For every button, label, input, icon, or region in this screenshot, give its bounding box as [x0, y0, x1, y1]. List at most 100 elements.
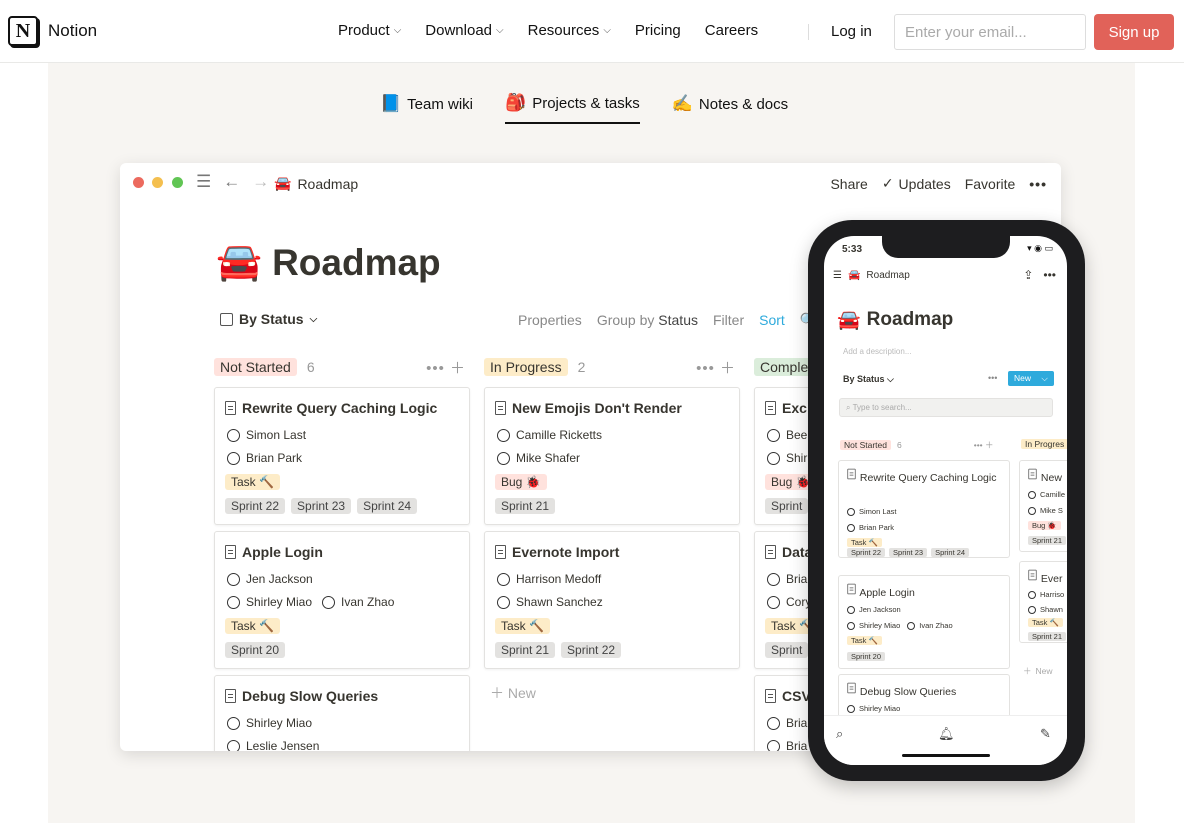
- page-icon: [847, 583, 856, 595]
- backpack-icon: 🎒: [505, 93, 527, 112]
- search-icon[interactable]: ⌕: [836, 726, 843, 742]
- login-link[interactable]: Log in: [831, 23, 872, 40]
- top-nav: N Notion Product ⌵ Download ⌵ Resources ⌵ P…: [0, 0, 1184, 63]
- avatar: [1028, 605, 1036, 614]
- menu-icon[interactable]: ☰: [833, 270, 842, 281]
- column-actions[interactable]: ••• ＋: [974, 439, 994, 451]
- back-arrow-icon[interactable]: ←: [223, 172, 240, 192]
- page-icon: [765, 689, 776, 703]
- menu-icon[interactable]: ☰: [196, 172, 211, 192]
- check-icon: ✓: [881, 175, 894, 191]
- assignee-name: Simon Last: [859, 507, 897, 516]
- sort-button[interactable]: Sort: [759, 312, 785, 329]
- phone-card[interactable]: New Camille Mike S Bug 🐞 Sprint 21: [1019, 460, 1067, 552]
- share-icon[interactable]: ⇪: [1023, 268, 1033, 282]
- sprint-tag: Sprint 21: [495, 498, 556, 514]
- bell-icon[interactable]: 🔔︎: [938, 726, 955, 742]
- nav-careers[interactable]: Careers: [705, 22, 758, 39]
- board-card[interactable]: Debug Slow Queries Shirley Miao Leslie J…: [214, 675, 470, 751]
- minimize-window-icon[interactable]: [152, 177, 163, 188]
- maximize-window-icon[interactable]: [172, 177, 183, 188]
- forward-arrow-icon[interactable]: →: [252, 172, 269, 192]
- nav-resources-label: Resources: [527, 22, 600, 39]
- board-card[interactable]: Evernote Import Harrison Medoff Shawn Sa…: [484, 531, 740, 669]
- card-title: Ever: [1027, 568, 1067, 587]
- phone-card[interactable]: Apple Login Jen Jackson Shirley Miao Ivan…: [838, 575, 1010, 669]
- view-selector[interactable]: By Status ⌵: [220, 311, 317, 327]
- assignee-name: Shirley Miao: [246, 595, 313, 609]
- column-actions[interactable]: ••• ＋: [696, 357, 736, 378]
- assignee-name: Bria: [786, 716, 808, 730]
- brand-name: Notion: [48, 21, 98, 40]
- assignee: Bria: [767, 716, 807, 730]
- column-header: In Progress 2 ••• ＋: [484, 355, 742, 379]
- chevron-down-icon: ⌵: [887, 374, 894, 384]
- writing-hand-icon: ✍️: [671, 94, 693, 113]
- signup-button[interactable]: Sign up: [1094, 14, 1174, 50]
- nav-pricing[interactable]: Pricing: [635, 22, 681, 39]
- more-icon[interactable]: •••: [1043, 268, 1056, 282]
- card-title-text: Rewrite Query Caching Logic: [242, 400, 438, 416]
- more-icon[interactable]: •••: [1029, 176, 1047, 192]
- more-icon[interactable]: •••: [988, 373, 997, 383]
- status-tag: In Progres: [1021, 439, 1067, 449]
- group-by-label: Group by: [596, 312, 655, 328]
- breadcrumb-label: Roadmap: [297, 175, 359, 192]
- avatar: [497, 428, 510, 442]
- logo[interactable]: N Notion: [8, 16, 97, 46]
- sprint-tags: Sprint 22 Sprint 23 Sprint 24: [847, 548, 970, 557]
- board-card[interactable]: New Emojis Don't Render Camille Ricketts…: [484, 387, 740, 525]
- tab-notes-docs[interactable]: ✍️ Notes & docs: [672, 93, 788, 124]
- properties-button[interactable]: Properties: [518, 312, 582, 329]
- assignee: Shirley Miao: [847, 704, 900, 713]
- tab-team-wiki[interactable]: 📘 Team wiki: [380, 93, 473, 124]
- assignee: Harrison Medoff: [497, 572, 601, 586]
- phone-view-label: By Status: [843, 374, 885, 384]
- email-input[interactable]: [894, 14, 1086, 50]
- card-title: Apple Login: [225, 544, 323, 560]
- assignee-name: Brian Park: [859, 523, 895, 532]
- status-tag: Comple: [754, 358, 815, 376]
- card-title-text: Exc: [782, 400, 807, 416]
- sprint-tags: Sprint 20: [225, 642, 286, 658]
- phone-card[interactable]: Rewrite Query Caching Logic Simon Last B…: [838, 460, 1010, 558]
- compose-icon[interactable]: ✎: [1040, 726, 1051, 742]
- updates-button[interactable]: ✓ Updates: [882, 175, 951, 192]
- board-card[interactable]: Rewrite Query Caching Logic Simon Last B…: [214, 387, 470, 525]
- assignee: Shirley Miao Ivan Zhao: [227, 595, 394, 609]
- status-time: 5:33: [842, 244, 863, 255]
- car-icon: 🚘: [837, 310, 861, 331]
- board-card[interactable]: Apple Login Jen Jackson Shirley Miao Ivan…: [214, 531, 470, 669]
- assignee: Mike S: [1028, 506, 1063, 515]
- phone-search-input[interactable]: ⌕ Type to search...: [839, 398, 1053, 417]
- tab-projects-tasks[interactable]: 🎒 Projects & tasks: [505, 93, 640, 124]
- phone-new-card-button[interactable]: ＋ New: [1023, 665, 1053, 677]
- sprint-tag: Sprint 22: [225, 498, 286, 514]
- page-icon: [1028, 569, 1037, 581]
- phone-new-button[interactable]: New ⌵: [1008, 371, 1054, 386]
- filter-button[interactable]: Filter: [713, 312, 744, 329]
- phone-view-selector[interactable]: By Status ⌵: [843, 374, 894, 385]
- assignee-name: Mike S: [1040, 506, 1063, 515]
- phone-breadcrumb[interactable]: Roadmap: [866, 270, 909, 281]
- favorite-button[interactable]: Favorite: [965, 176, 1016, 192]
- phone-card[interactable]: Ever Harriso Shawn Task 🔨 Sprint 21: [1019, 561, 1067, 643]
- type-tag: Task 🔨: [495, 618, 550, 634]
- nav-download[interactable]: Download ⌵: [425, 22, 503, 39]
- chevron-down-icon: ⌵: [1041, 373, 1048, 383]
- nav-product[interactable]: Product ⌵: [338, 22, 401, 39]
- share-button[interactable]: Share: [830, 176, 867, 192]
- new-card-button[interactable]: ＋ New: [490, 683, 536, 703]
- sprint-tag: Sprint 21: [1028, 536, 1067, 545]
- close-window-icon[interactable]: [133, 177, 144, 188]
- card-title: CSV: [765, 688, 811, 704]
- nav-resources[interactable]: Resources ⌵: [528, 22, 611, 39]
- phone-title-text: Roadmap: [866, 309, 954, 330]
- avatar: [907, 621, 916, 630]
- column-actions[interactable]: ••• ＋: [426, 357, 466, 378]
- breadcrumb[interactable]: 🚘 Roadmap: [274, 175, 358, 192]
- column-count: 6: [897, 440, 902, 450]
- assignee-name: Jen Jackson: [859, 605, 901, 614]
- description-placeholder[interactable]: Add a description...: [843, 347, 911, 356]
- group-by-button[interactable]: Group by Status: [597, 312, 698, 329]
